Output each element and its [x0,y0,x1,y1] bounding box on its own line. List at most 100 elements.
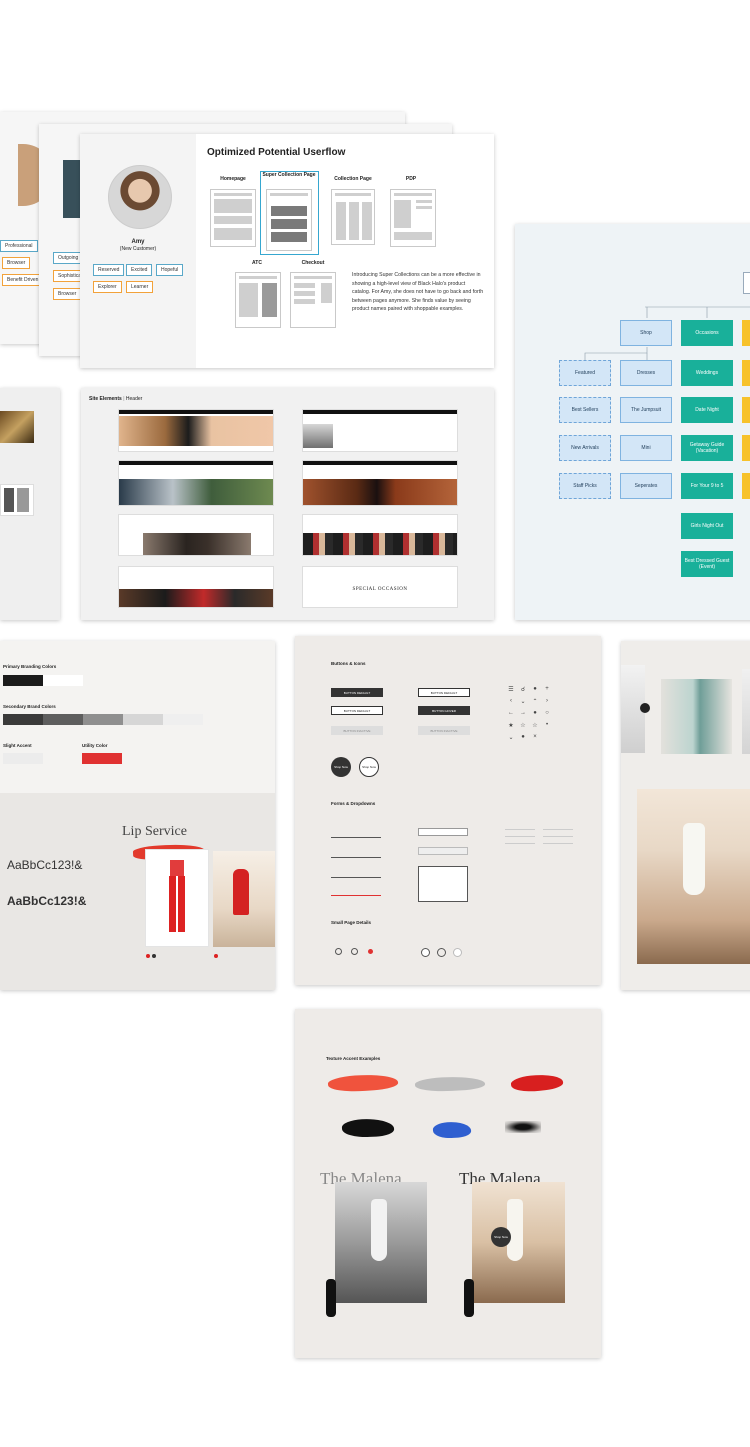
dropdown[interactable] [418,828,468,836]
dropdown[interactable] [418,847,468,855]
chevron-down-icon[interactable]: ⌄ [505,734,517,746]
hover-button[interactable]: BUTTON HOVER [418,706,470,715]
plus-icon[interactable]: + [541,686,553,698]
pdp-wireframe [390,189,436,247]
text-field[interactable] [331,832,381,838]
site-elements-subtitle: Header [125,396,143,402]
userflow-board: Amy (New Customer) Reserved Excited Hope… [80,134,494,368]
close-icon[interactable]: × [529,734,541,746]
persona-name: Amy [131,239,145,245]
detail-icon[interactable] [453,948,462,957]
sitemap-node-shop: Shop [620,320,672,346]
accent-swatch [3,753,43,764]
dot-icon[interactable]: ● [529,710,541,722]
texture-stroke [432,1120,472,1140]
default-button[interactable]: BUTTON DEFAULT [418,688,470,697]
avatar [108,165,172,229]
header-example [302,514,458,556]
sitemap-board: Shop Occasions Featured Best Sellers New… [515,224,750,620]
trait-chip: Browser [2,257,31,269]
arrow-left-icon[interactable]: ← [505,710,517,722]
checkbox-group[interactable] [505,826,535,850]
text-field[interactable] [331,852,381,858]
search-icon[interactable]: ☌ [517,686,529,698]
secondary-swatch [123,714,163,725]
sitemap-node: Mini [620,435,672,461]
chevron-left-icon[interactable]: ‹ [505,698,517,710]
photo-thumb [0,411,34,443]
sitemap-node: The Jumpsuit [620,397,672,423]
type-sample: AaBbCc123!& [7,894,87,908]
photo-board-left [0,388,60,620]
brush-stroke [326,1279,336,1317]
chevron-up-icon[interactable]: ⌃ [529,698,541,710]
site-elements-heading: Site Elements | Header [89,396,143,402]
radio-group[interactable] [543,826,573,850]
sitemap-node: Best Dressed Guest (Event) [681,551,733,577]
dot-icon[interactable]: ● [517,734,529,746]
sitemap-node: Best Sellers [559,397,611,423]
sitemap-node [742,360,750,386]
circle-icon[interactable]: ○ [541,710,553,722]
collection-wireframe [331,189,375,245]
sitemap-node: Date Night [681,397,733,423]
detail-icon[interactable] [421,948,430,957]
inactive-button: BUTTON INACTIVE [331,726,383,735]
chevron-down-icon[interactable]: ⌄ [517,698,529,710]
chevron-right-icon[interactable]: › [541,698,553,710]
primary-colors-title: Primary Branding Colors [3,664,57,669]
brand-board: Primary Branding Colors Secondary Brand … [0,641,275,990]
trait-chip: Outgoing [53,252,84,264]
texture-stroke [341,1117,395,1139]
menu-icon[interactable]: ☰ [505,686,517,698]
dot-icon[interactable]: ● [529,686,541,698]
trait-chip: Excited [126,264,153,276]
sitemap-node-occasions: Occasions [681,320,733,346]
header-example: SPECIAL OCCASION [302,566,458,608]
texture-title: Texture Accent Examples [326,1056,381,1061]
chat-bubble[interactable] [640,703,650,713]
secondary-swatch [3,714,43,725]
text-field[interactable] [331,872,381,878]
shop-now-button[interactable]: Shop Now [491,1227,511,1247]
detail-icon[interactable] [335,948,342,955]
sitemap-node: Featured [559,360,611,386]
secondary-swatch [163,714,203,725]
header-example [118,460,274,506]
texture-stroke [505,1121,541,1133]
page-label: ATC [252,260,262,266]
detail-icon[interactable] [368,949,373,954]
texture-board: Texture Accent Examples The Malena The M… [295,1009,601,1358]
texture-stroke [327,1072,399,1094]
lip-service-title: Lip Service [122,824,187,839]
dot-icon[interactable]: • [541,722,553,734]
arrow-right-icon[interactable]: → [517,710,529,722]
model-photo [661,679,732,754]
product-card [145,849,209,947]
detail-icon[interactable] [437,948,446,957]
type-sample: AaBbCc123!& [7,858,83,872]
shop-now-button[interactable]: Shop Now [359,757,379,777]
default-button[interactable]: BUTTON DEFAULT [331,688,383,697]
site-elements-board: Site Elements | Header SPECIAL OCCASION [81,388,494,620]
sitemap-node: Seperates [620,473,672,499]
star-outline-icon[interactable]: ☆ [517,722,529,734]
error-field[interactable] [331,890,381,896]
star-icon[interactable]: ★ [505,722,517,734]
primary-swatch [43,675,83,686]
detail-icon[interactable] [351,948,358,955]
brush-stroke [464,1279,474,1317]
texture-stroke [510,1072,564,1094]
trait-chip: Professional [0,240,38,252]
header-example [118,514,274,556]
super-collection-wireframe [266,189,312,251]
sitemap-node [742,473,750,499]
shop-now-button[interactable]: Shop Now [331,757,351,777]
checkout-wireframe [290,272,336,328]
dropdown-open[interactable] [418,866,468,902]
default-button[interactable]: BUTTON DEFAULT [331,706,383,715]
userflow-title: Optimized Potential Userflow [207,147,346,158]
star-outline-icon[interactable]: ☆ [529,722,541,734]
components-board: Buttons & Icons BUTTON DEFAULT BUTTON DE… [295,636,601,985]
slight-accent-title: Slight Accent [3,743,32,748]
